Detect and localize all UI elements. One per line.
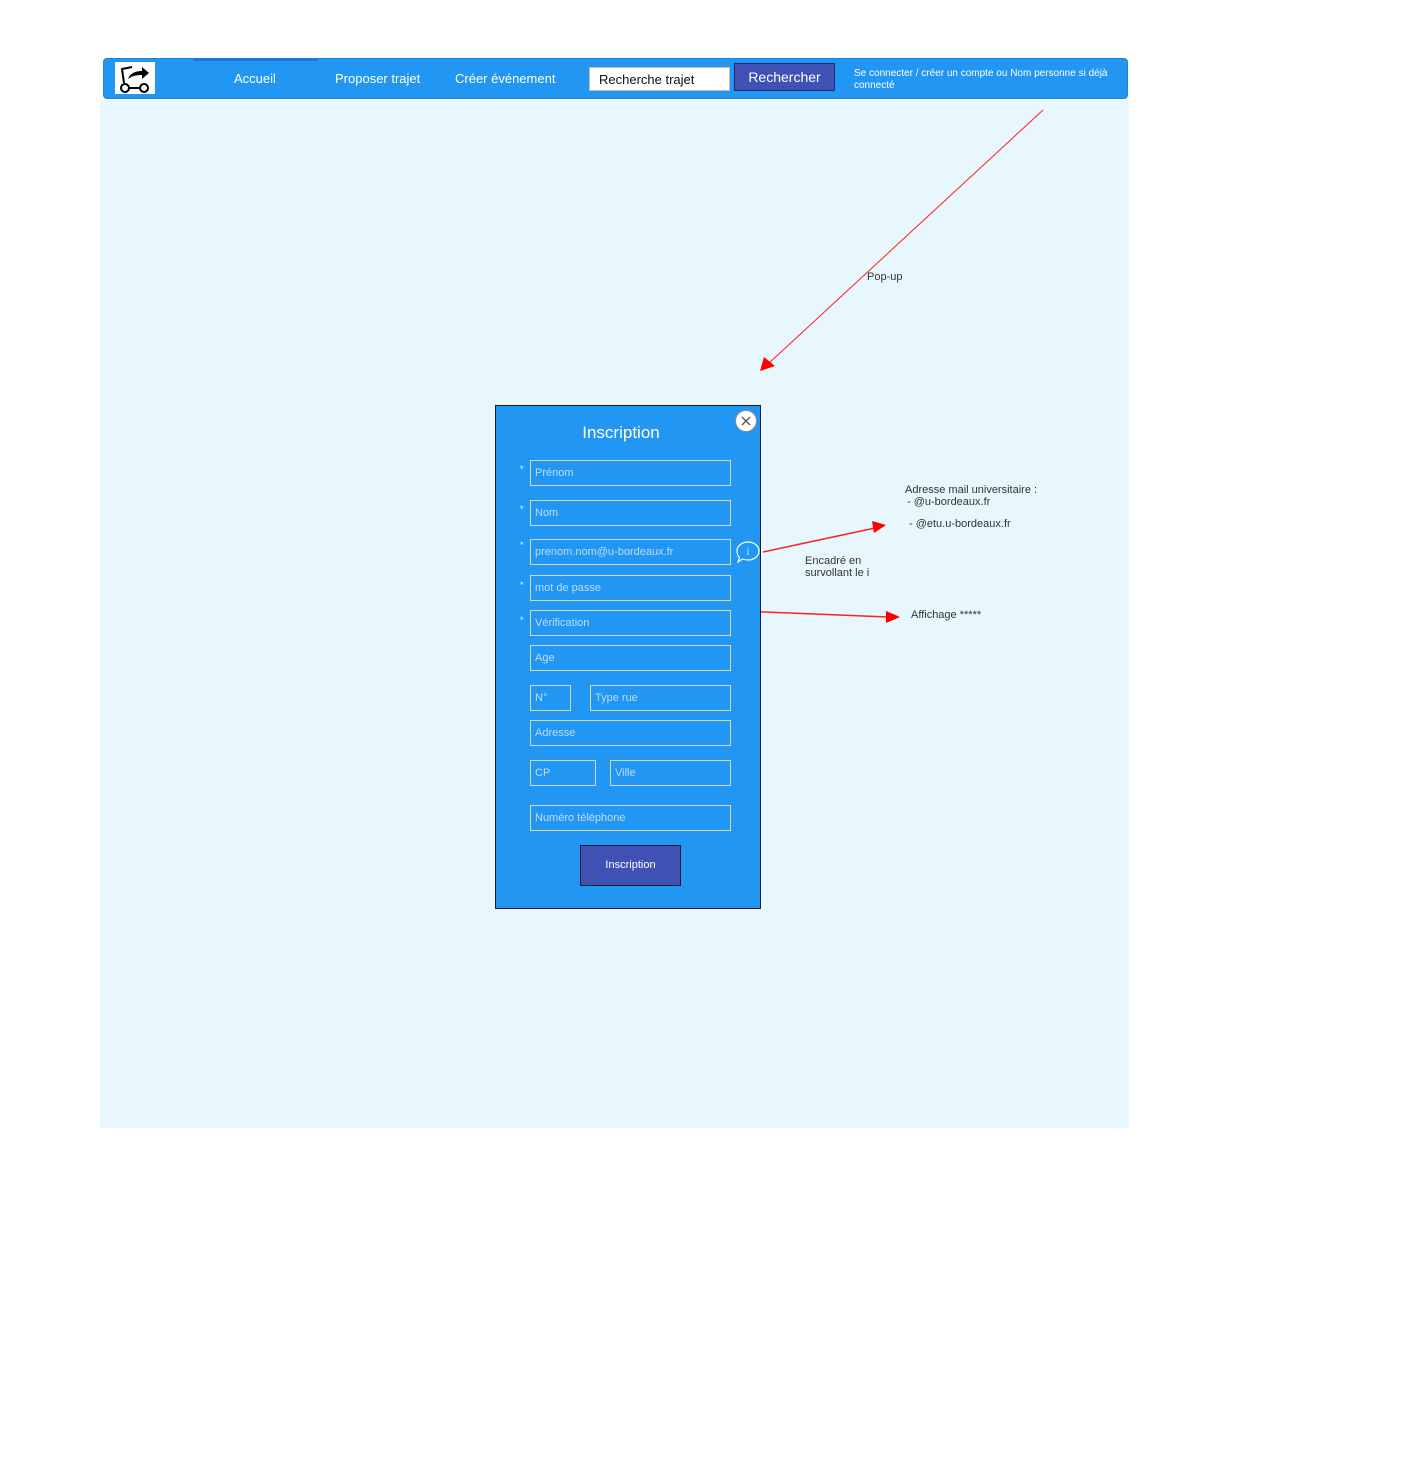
postal-code-field[interactable]	[530, 760, 596, 786]
info-icon: i	[736, 541, 760, 564]
info-button[interactable]: i	[735, 540, 761, 564]
required-mark: *	[520, 615, 524, 625]
hover-annotation-line-1: Encadré en	[805, 555, 862, 567]
lastname-field[interactable]	[530, 500, 731, 526]
address-field[interactable]	[530, 720, 731, 746]
register-button[interactable]: Inscription	[580, 845, 681, 886]
phone-field[interactable]	[530, 805, 731, 831]
required-mark: *	[520, 464, 524, 474]
password-display-annotation: Affichage *****	[911, 609, 982, 621]
email-annotation-domain-1: - @u-bordeaux.fr	[907, 496, 991, 508]
street-type-field[interactable]	[590, 685, 731, 711]
email-info-arrow	[762, 527, 876, 553]
popup-arrow	[767, 109, 1044, 365]
required-mark: *	[520, 580, 524, 590]
password-arrow-head	[886, 611, 900, 623]
svg-text:i: i	[747, 547, 749, 558]
close-button[interactable]	[735, 410, 757, 432]
age-field[interactable]	[530, 645, 731, 671]
firstname-field[interactable]	[530, 460, 731, 486]
close-icon	[741, 416, 751, 426]
email-info-arrow-head	[872, 521, 886, 533]
password-verification-field[interactable]	[530, 610, 731, 636]
email-field[interactable]	[530, 539, 731, 565]
popup-annotation: Pop-up	[867, 271, 903, 283]
street-number-field[interactable]	[530, 685, 571, 711]
required-mark: *	[520, 540, 524, 550]
registration-popup: Inscription * * * i * * Inscription	[495, 405, 761, 909]
password-field[interactable]	[530, 575, 731, 601]
popup-title: Inscription	[582, 423, 660, 442]
hover-annotation-line-2: survollant le i	[805, 567, 870, 579]
email-annotation-domain-2: - @etu.u-bordeaux.fr	[909, 518, 1011, 530]
city-field[interactable]	[610, 760, 731, 786]
email-annotation-title: Adresse mail universitaire :	[905, 484, 1038, 496]
required-mark: *	[520, 504, 524, 514]
